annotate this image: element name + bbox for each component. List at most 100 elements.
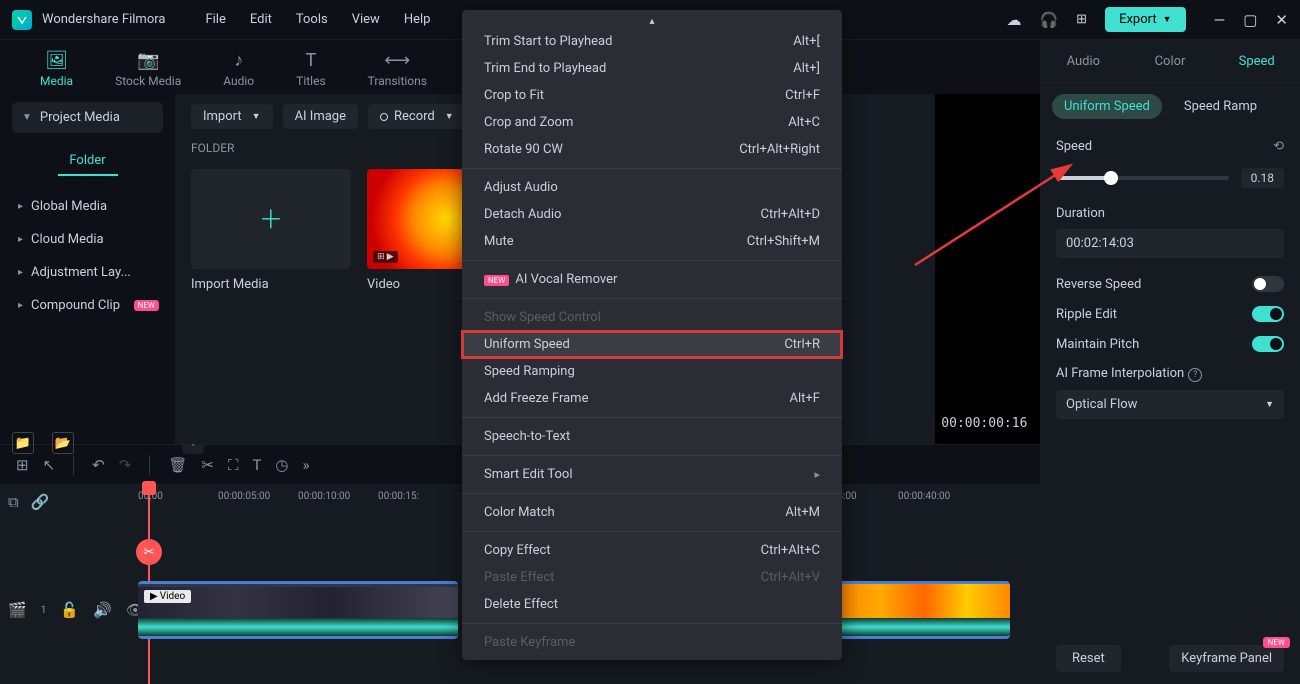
scroll-up-icon[interactable]: ▴ bbox=[649, 16, 654, 27]
menu-item-show-speed-control: Show Speed Control bbox=[462, 304, 842, 331]
sidebar-item-adjustment-lay---[interactable]: ▸Adjustment Lay... bbox=[12, 256, 163, 289]
reverse-speed-label: Reverse Speed bbox=[1056, 277, 1141, 292]
menu-help[interactable]: Help bbox=[404, 12, 431, 27]
media-card[interactable]: +Import Media bbox=[191, 169, 351, 292]
sidebar-item-global-media[interactable]: ▸Global Media bbox=[12, 190, 163, 223]
marker-icon[interactable]: ⧉ bbox=[8, 493, 19, 511]
plus-icon: + bbox=[261, 198, 281, 240]
menu-item-uniform-speed[interactable]: Uniform SpeedCtrl+R bbox=[462, 331, 842, 358]
panel-tab-color[interactable]: Color bbox=[1127, 40, 1214, 83]
tab-stock-media[interactable]: 📷Stock Media bbox=[115, 50, 181, 94]
lock-icon[interactable]: 🔓 bbox=[60, 601, 79, 619]
menu-item-trim-start-to-playhead[interactable]: Trim Start to PlayheadAlt+[ bbox=[462, 28, 842, 55]
clip-label: ▶ Video bbox=[144, 590, 191, 603]
menu-file[interactable]: File bbox=[205, 12, 225, 27]
timeline-tick: 00:00:15: bbox=[378, 491, 419, 502]
chevron-right-icon: ▸ bbox=[18, 300, 23, 311]
ai-interp-select[interactable]: Optical Flow▼ bbox=[1056, 390, 1284, 419]
shortcut: Ctrl+R bbox=[784, 337, 820, 352]
cloud-icon[interactable]: ☁ bbox=[1006, 11, 1021, 29]
reset-button[interactable]: Reset bbox=[1056, 645, 1121, 672]
maximize-button[interactable]: ▢ bbox=[1243, 11, 1257, 29]
export-button[interactable]: Export▼ bbox=[1105, 7, 1185, 32]
speed-slider[interactable] bbox=[1056, 176, 1229, 180]
sidebar-item-compound-clip[interactable]: ▸Compound ClipNEW bbox=[12, 289, 163, 322]
app-title: Wondershare Filmora bbox=[42, 12, 165, 27]
menu-item-speech-to-text[interactable]: Speech-to-Text bbox=[462, 423, 842, 450]
menu-item-rotate----cw[interactable]: Rotate 90 CWCtrl+Alt+Right bbox=[462, 136, 842, 163]
project-media-button[interactable]: ▼ Project Media bbox=[12, 102, 163, 133]
video-track-icon[interactable]: 🎬 bbox=[8, 601, 27, 619]
reset-speed-icon[interactable]: ⟲ bbox=[1273, 139, 1284, 154]
grid-icon[interactable]: ⊞ bbox=[1076, 12, 1087, 27]
shortcut: Ctrl+Alt+C bbox=[761, 543, 820, 558]
shortcut: Alt+[ bbox=[793, 34, 820, 49]
menu-item-crop-and-zoom[interactable]: Crop and ZoomAlt+C bbox=[462, 109, 842, 136]
mute-track-icon[interactable]: 🔊 bbox=[93, 601, 112, 619]
timeline-tick: 00:00:05:00 bbox=[218, 491, 270, 502]
subtab-uniform-speed[interactable]: Uniform Speed bbox=[1052, 94, 1162, 119]
timeline-clip[interactable]: ▶ Video bbox=[138, 581, 458, 639]
undo-icon[interactable]: ↶ bbox=[92, 456, 105, 474]
tab-media[interactable]: 🖼Media bbox=[40, 50, 73, 94]
subtab-speed-ramp[interactable]: Speed Ramp bbox=[1172, 94, 1269, 119]
menu-item-add-freeze-frame[interactable]: Add Freeze FrameAlt+F bbox=[462, 385, 842, 412]
text-tool-icon[interactable]: T bbox=[252, 456, 261, 474]
keyframe-panel-button[interactable]: Keyframe PanelNEW bbox=[1169, 645, 1284, 672]
crop-icon[interactable]: ⛶ bbox=[228, 456, 239, 474]
panel-tab-speed[interactable]: Speed bbox=[1213, 40, 1300, 83]
menu-item-speed-ramping[interactable]: Speed Ramping bbox=[462, 358, 842, 385]
record-icon bbox=[380, 113, 388, 121]
menu-edit[interactable]: Edit bbox=[250, 12, 272, 27]
folder-tab[interactable]: Folder bbox=[58, 147, 118, 176]
grid-tool-icon[interactable]: ⊞ bbox=[16, 456, 29, 474]
menu-item-mute[interactable]: MuteCtrl+Shift+M bbox=[462, 228, 842, 255]
record-button[interactable]: Record▼ bbox=[368, 104, 466, 129]
close-button[interactable]: ✕ bbox=[1275, 11, 1288, 29]
timeline-clip[interactable] bbox=[838, 581, 1010, 639]
sidebar-item-cloud-media[interactable]: ▸Cloud Media bbox=[12, 223, 163, 256]
menu-view[interactable]: View bbox=[352, 12, 380, 27]
menu-tools[interactable]: Tools bbox=[296, 12, 328, 27]
chevron-right-icon: ▸ bbox=[18, 201, 23, 212]
tab-titles[interactable]: TTitles bbox=[296, 50, 325, 94]
new-folder-icon[interactable]: 📁 bbox=[12, 432, 34, 454]
tab-transitions[interactable]: ⟷Transitions bbox=[368, 50, 427, 94]
ai-image-button[interactable]: AI Image bbox=[283, 104, 358, 129]
ripple-edit-toggle[interactable] bbox=[1252, 306, 1284, 322]
menu-item-adjust-audio[interactable]: Adjust Audio bbox=[462, 174, 842, 201]
speed-value[interactable]: 0.18 bbox=[1241, 168, 1284, 188]
timeline-tick: 00:00:40:00 bbox=[898, 491, 950, 502]
app-logo bbox=[12, 10, 32, 30]
cut-icon[interactable]: ✂ bbox=[201, 456, 214, 474]
menu-item-crop-to-fit[interactable]: Crop to FitCtrl+F bbox=[462, 82, 842, 109]
menu-item-trim-end-to-playhead[interactable]: Trim End to PlayheadAlt+] bbox=[462, 55, 842, 82]
more-tools-icon[interactable]: » bbox=[303, 456, 310, 474]
speed-icon[interactable]: ◷ bbox=[275, 456, 288, 474]
menu-item-smart-edit-tool[interactable]: Smart Edit Tool▸ bbox=[462, 461, 842, 488]
new-bin-icon[interactable]: 📂 bbox=[52, 432, 74, 454]
split-button[interactable]: ✂ bbox=[136, 539, 162, 565]
menu-item-delete-effect[interactable]: Delete Effect bbox=[462, 591, 842, 618]
import-button[interactable]: Import▼ bbox=[191, 104, 273, 129]
timeline-tick: 00:00:10:00 bbox=[298, 491, 350, 502]
tab-audio[interactable]: ♪Audio bbox=[223, 50, 254, 94]
redo-icon[interactable]: ↷ bbox=[119, 456, 132, 474]
duration-input[interactable] bbox=[1056, 229, 1284, 258]
info-icon[interactable]: ? bbox=[1188, 368, 1202, 382]
shortcut: Alt+F bbox=[790, 391, 820, 406]
shortcut: Ctrl+Alt+D bbox=[761, 207, 820, 222]
chevron-down-icon: ▼ bbox=[22, 112, 32, 123]
headset-icon[interactable]: 🎧 bbox=[1039, 11, 1058, 29]
menu-item-detach-audio[interactable]: Detach AudioCtrl+Alt+D bbox=[462, 201, 842, 228]
link-icon[interactable]: 🔗 bbox=[31, 493, 50, 511]
maintain-pitch-toggle[interactable] bbox=[1252, 336, 1284, 352]
menu-item-copy-effect[interactable]: Copy EffectCtrl+Alt+C bbox=[462, 537, 842, 564]
delete-icon[interactable]: 🗑 bbox=[168, 456, 187, 474]
reverse-speed-toggle[interactable] bbox=[1252, 276, 1284, 292]
menu-item-ai-vocal-remover[interactable]: NEWAI Vocal Remover bbox=[462, 266, 842, 293]
minimize-button[interactable]: — bbox=[1214, 11, 1226, 29]
menu-item-color-match[interactable]: Color MatchAlt+M bbox=[462, 499, 842, 526]
cursor-tool-icon[interactable]: ↖ bbox=[43, 456, 56, 474]
panel-tab-audio[interactable]: Audio bbox=[1040, 40, 1127, 83]
